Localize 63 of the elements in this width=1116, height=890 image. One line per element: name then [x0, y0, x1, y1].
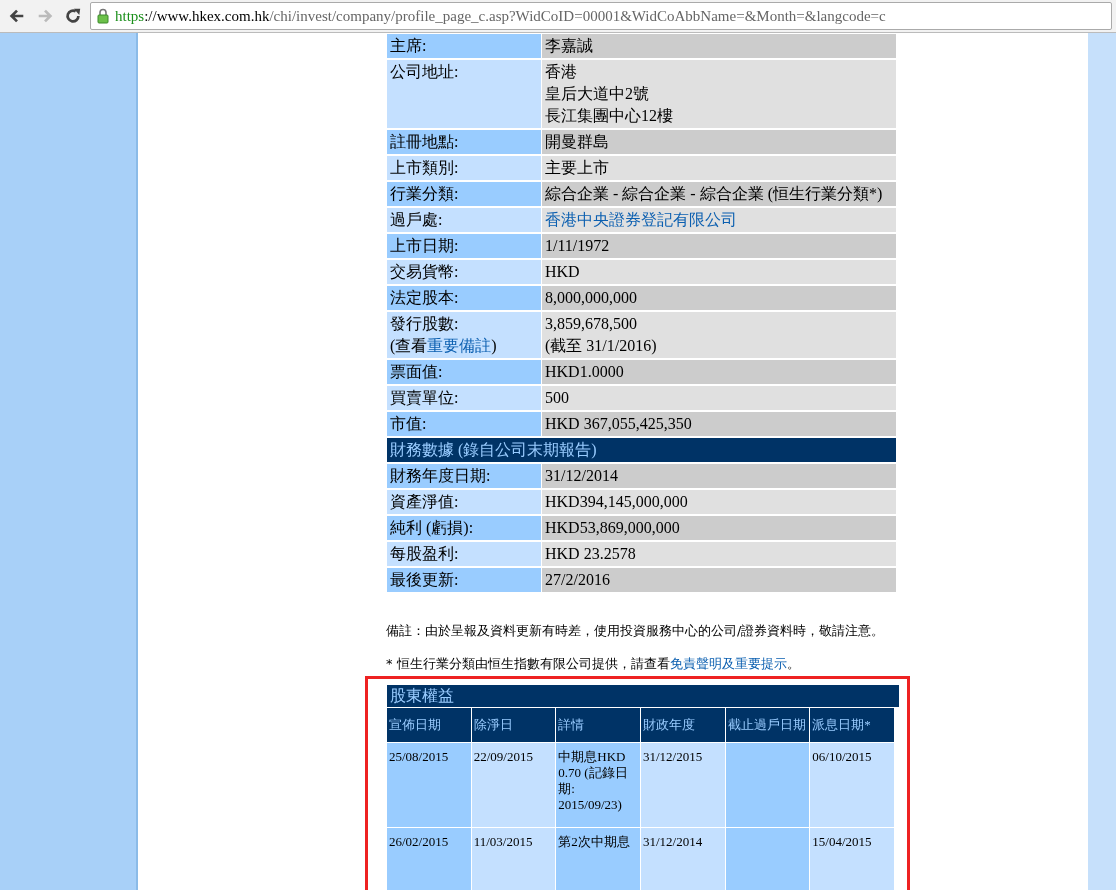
field-label: 註冊地點:	[387, 130, 541, 154]
table-cell: 26/02/2015	[387, 828, 471, 890]
field-label: 票面值:	[387, 360, 541, 384]
field-value: 香港 皇后大道中2號 長江集團中心12樓	[542, 60, 896, 128]
section-header: 財務數據 (錄自公司末期報告)	[387, 438, 896, 462]
field-label: 資產淨值:	[387, 490, 541, 514]
field-value: HKD	[542, 260, 896, 284]
field-value: 李嘉誠	[542, 34, 896, 58]
field-label: 發行股數: (查看重要備註)	[387, 312, 541, 358]
field-value: HKD1.0000	[542, 360, 896, 384]
field-value: 綜合企業 - 綜合企業 - 綜合企業 (恒生行業分類*)	[542, 182, 896, 206]
field-label: 上市類別:	[387, 156, 541, 180]
table-cell: 22/09/2015	[471, 743, 556, 827]
table-cell: 第2次中期息	[556, 828, 640, 890]
table-cell: 11/03/2015	[471, 828, 556, 890]
table-cell: 中期息HKD 0.70 (記錄日期: 2015/09/23)	[556, 743, 640, 827]
field-label: 財務年度日期:	[387, 464, 541, 488]
table-cell: 31/12/2015	[640, 743, 725, 827]
table-cell: 31/12/2014	[640, 828, 725, 890]
reload-icon[interactable]	[64, 7, 82, 25]
notes-link[interactable]: 重要備註	[427, 337, 492, 354]
field-label: 上市日期:	[387, 234, 541, 258]
address-bar[interactable]: https://www.hkex.com.hk/chi/invest/company/profile_page_c.asp?WidCoID=00001&WidCoAbbName=&Month=&langcode=c	[90, 2, 1112, 30]
registrar-link[interactable]: 香港中央證券登記有限公司	[545, 209, 893, 231]
field-value: 主要上市	[542, 156, 896, 180]
source-note: * 恒生行業分類由恒生指數有限公司提供，請查看免責聲明及重要提示。	[386, 655, 801, 672]
table-cell: 25/08/2015	[387, 743, 471, 827]
url-text: https://www.hkex.com.hk/chi/invest/company/profile_page_c.asp?WidCoID=00001&WidCoAbbName=&Month=&langcode=c	[115, 7, 886, 25]
field-value: HKD 367,055,425,350	[542, 412, 896, 436]
field-label: 主席:	[387, 34, 541, 58]
column-header: 宣佈日期	[387, 708, 471, 742]
table-cell: 06/10/2015	[810, 743, 894, 827]
field-label: 市值:	[387, 412, 541, 436]
disclaimer-link[interactable]: 免責聲明及重要提示	[669, 656, 787, 671]
lock-icon	[97, 8, 109, 24]
column-header: 派息日期*	[810, 708, 894, 742]
field-value: HKD 23.2578	[542, 542, 896, 566]
back-icon[interactable]	[8, 7, 26, 25]
column-header: 除淨日	[471, 708, 556, 742]
field-value: 27/2/2016	[542, 568, 896, 592]
field-label: 買賣單位:	[387, 386, 541, 410]
field-value: 1/11/1972	[542, 234, 896, 258]
field-value: 開曼群島	[542, 130, 896, 154]
field-value: HKD394,145,000,000	[542, 490, 896, 514]
field-value: HKD53,869,000,000	[542, 516, 896, 540]
field-label: 交易貨幣:	[387, 260, 541, 284]
field-label: 法定股本:	[387, 286, 541, 310]
field-label: 過戶處:	[387, 208, 541, 232]
table-cell: 15/04/2015	[810, 828, 894, 890]
field-label: 每股盈利:	[387, 542, 541, 566]
field-label: 最後更新:	[387, 568, 541, 592]
field-value: 31/12/2014	[542, 464, 896, 488]
column-header: 詳情	[556, 708, 640, 742]
remark-text: 備註：由於呈報及資料更新有時差，使用投資服務中心的公司/證券資料時，敬請注意。	[386, 622, 886, 639]
field-label: 純利 (虧損):	[387, 516, 541, 540]
field-value: 8,000,000,000	[542, 286, 896, 310]
field-value: 500	[542, 386, 896, 410]
column-header: 截止過戶日期	[725, 708, 810, 742]
field-value: 3,859,678,500 (截至 31/1/2016)	[542, 312, 896, 358]
section-header: 股東權益	[387, 685, 899, 707]
field-label: 公司地址:	[387, 60, 541, 128]
field-label: 行業分類:	[387, 182, 541, 206]
column-header: 財政年度	[640, 708, 725, 742]
